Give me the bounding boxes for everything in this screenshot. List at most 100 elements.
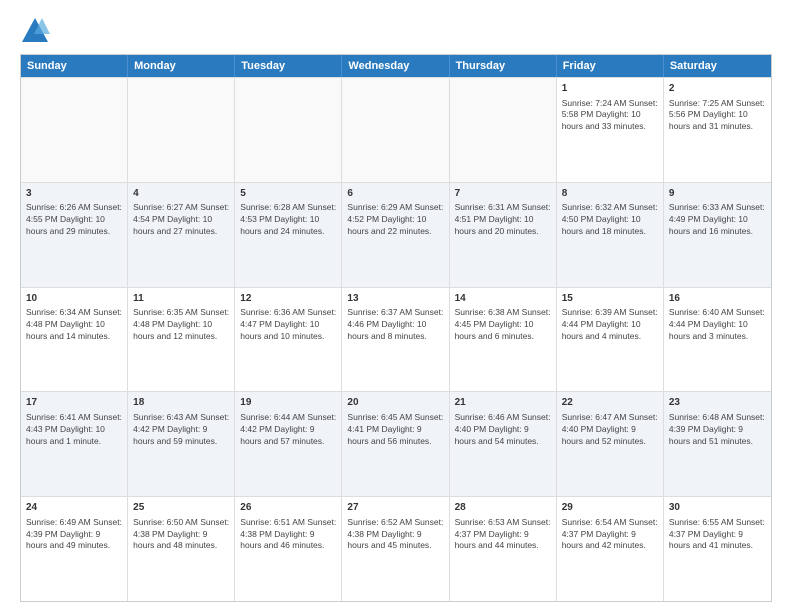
cell-detail: Sunrise: 6:49 AM Sunset: 4:39 PM Dayligh… [26,517,122,553]
cell-detail: Sunrise: 6:51 AM Sunset: 4:38 PM Dayligh… [240,517,336,553]
calendar-cell [342,78,449,182]
day-number: 19 [240,396,336,410]
calendar-cell: 24 Sunrise: 6:49 AM Sunset: 4:39 PM Dayli… [21,497,128,601]
day-number: 20 [347,396,443,410]
calendar-cell: 30Sunrise: 6:55 AM Sunset: 4:37 PM Dayli… [664,497,771,601]
calendar-body: 1 Sunrise: 7:24 AM Sunset: 5:58 PM Daylig… [21,77,771,601]
day-number: 18 [133,396,229,410]
header-day-friday: Friday [557,55,664,77]
calendar-cell: 10Sunrise: 6:34 AM Sunset: 4:48 PM Dayli… [21,288,128,392]
calendar-cell: 5Sunrise: 6:28 AM Sunset: 4:53 PM Daylig… [235,183,342,287]
calendar-cell: 14Sunrise: 6:38 AM Sunset: 4:45 PM Dayli… [450,288,557,392]
header-day-sunday: Sunday [21,55,128,77]
cell-detail: Sunrise: 6:43 AM Sunset: 4:42 PM Dayligh… [133,412,229,448]
header-day-monday: Monday [128,55,235,77]
day-number: 28 [455,501,551,515]
calendar-cell: 29 Sunrise: 6:54 AM Sunset: 4:37 PM Dayli… [557,497,664,601]
day-number: 2 [669,82,766,96]
cell-detail: Sunrise: 6:45 AM Sunset: 4:41 PM Dayligh… [347,412,443,448]
calendar-cell [21,78,128,182]
cell-detail: Sunrise: 6:40 AM Sunset: 4:44 PM Dayligh… [669,307,766,343]
calendar-row-3: 17Sunrise: 6:41 AM Sunset: 4:43 PM Dayli… [21,391,771,496]
calendar-cell: 22Sunrise: 6:47 AM Sunset: 4:40 PM Dayli… [557,392,664,496]
calendar-row-1: 3Sunrise: 6:26 AM Sunset: 4:55 PM Daylig… [21,182,771,287]
calendar-row-4: 24 Sunrise: 6:49 AM Sunset: 4:39 PM Dayli… [21,496,771,601]
calendar-cell: 3Sunrise: 6:26 AM Sunset: 4:55 PM Daylig… [21,183,128,287]
cell-detail: Sunrise: 6:32 AM Sunset: 4:50 PM Dayligh… [562,202,658,238]
calendar-row-0: 1 Sunrise: 7:24 AM Sunset: 5:58 PM Daylig… [21,77,771,182]
cell-detail: Sunrise: 6:31 AM Sunset: 4:51 PM Dayligh… [455,202,551,238]
cell-detail: Sunrise: 6:35 AM Sunset: 4:48 PM Dayligh… [133,307,229,343]
calendar-cell: 21Sunrise: 6:46 AM Sunset: 4:40 PM Dayli… [450,392,557,496]
day-number: 29 [562,501,658,515]
day-number: 11 [133,292,229,306]
calendar-header: SundayMondayTuesdayWednesdayThursdayFrid… [21,55,771,77]
day-number: 15 [562,292,658,306]
header-day-wednesday: Wednesday [342,55,449,77]
calendar-cell: 25Sunrise: 6:50 AM Sunset: 4:38 PM Dayli… [128,497,235,601]
cell-detail: Sunrise: 6:37 AM Sunset: 4:46 PM Dayligh… [347,307,443,343]
day-number: 13 [347,292,443,306]
calendar-cell: 4Sunrise: 6:27 AM Sunset: 4:54 PM Daylig… [128,183,235,287]
cell-detail: Sunrise: 6:50 AM Sunset: 4:38 PM Dayligh… [133,517,229,553]
day-number: 22 [562,396,658,410]
day-number: 10 [26,292,122,306]
day-number: 23 [669,396,766,410]
calendar-cell [128,78,235,182]
day-number: 27 [347,501,443,515]
logo-icon [20,16,50,46]
cell-detail: Sunrise: 6:33 AM Sunset: 4:49 PM Dayligh… [669,202,766,238]
cell-detail: Sunrise: 6:55 AM Sunset: 4:37 PM Dayligh… [669,517,766,553]
calendar-cell: 26 Sunrise: 6:51 AM Sunset: 4:38 PM Dayli… [235,497,342,601]
day-number: 1 [562,82,658,96]
calendar-cell [450,78,557,182]
day-number: 14 [455,292,551,306]
day-number: 16 [669,292,766,306]
day-number: 12 [240,292,336,306]
cell-detail: Sunrise: 6:54 AM Sunset: 4:37 PM Dayligh… [562,517,658,553]
cell-detail: Sunrise: 6:53 AM Sunset: 4:37 PM Dayligh… [455,517,551,553]
day-number: 17 [26,396,122,410]
calendar-cell: 28 Sunrise: 6:53 AM Sunset: 4:37 PM Dayli… [450,497,557,601]
calendar-cell: 19 Sunrise: 6:44 AM Sunset: 4:42 PM Dayli… [235,392,342,496]
day-number: 4 [133,187,229,201]
calendar-cell: 7Sunrise: 6:31 AM Sunset: 4:51 PM Daylig… [450,183,557,287]
cell-detail: Sunrise: 6:26 AM Sunset: 4:55 PM Dayligh… [26,202,122,238]
day-number: 6 [347,187,443,201]
calendar-row-2: 10Sunrise: 6:34 AM Sunset: 4:48 PM Dayli… [21,287,771,392]
header-day-thursday: Thursday [450,55,557,77]
cell-detail: Sunrise: 6:52 AM Sunset: 4:38 PM Dayligh… [347,517,443,553]
logo-area [20,16,54,46]
header-day-saturday: Saturday [664,55,771,77]
day-number: 7 [455,187,551,201]
header-day-tuesday: Tuesday [235,55,342,77]
calendar-cell: 1 Sunrise: 7:24 AM Sunset: 5:58 PM Daylig… [557,78,664,182]
calendar-cell [235,78,342,182]
cell-detail: Sunrise: 6:38 AM Sunset: 4:45 PM Dayligh… [455,307,551,343]
calendar-cell: 15Sunrise: 6:39 AM Sunset: 4:44 PM Dayli… [557,288,664,392]
top-area [20,16,772,46]
cell-detail: Sunrise: 7:24 AM Sunset: 5:58 PM Dayligh… [562,98,658,134]
calendar-cell: 12Sunrise: 6:36 AM Sunset: 4:47 PM Dayli… [235,288,342,392]
day-number: 21 [455,396,551,410]
calendar-cell: 27 Sunrise: 6:52 AM Sunset: 4:38 PM Dayli… [342,497,449,601]
cell-detail: Sunrise: 6:28 AM Sunset: 4:53 PM Dayligh… [240,202,336,238]
page: SundayMondayTuesdayWednesdayThursdayFrid… [0,0,792,612]
calendar-cell: 2Sunrise: 7:25 AM Sunset: 5:56 PM Daylig… [664,78,771,182]
day-number: 5 [240,187,336,201]
day-number: 8 [562,187,658,201]
calendar-cell: 11Sunrise: 6:35 AM Sunset: 4:48 PM Dayli… [128,288,235,392]
cell-detail: Sunrise: 6:29 AM Sunset: 4:52 PM Dayligh… [347,202,443,238]
day-number: 26 [240,501,336,515]
calendar: SundayMondayTuesdayWednesdayThursdayFrid… [20,54,772,602]
calendar-cell: 17Sunrise: 6:41 AM Sunset: 4:43 PM Dayli… [21,392,128,496]
cell-detail: Sunrise: 6:39 AM Sunset: 4:44 PM Dayligh… [562,307,658,343]
calendar-cell: 8Sunrise: 6:32 AM Sunset: 4:50 PM Daylig… [557,183,664,287]
day-number: 24 [26,501,122,515]
cell-detail: Sunrise: 6:44 AM Sunset: 4:42 PM Dayligh… [240,412,336,448]
calendar-cell: 9Sunrise: 6:33 AM Sunset: 4:49 PM Daylig… [664,183,771,287]
cell-detail: Sunrise: 6:48 AM Sunset: 4:39 PM Dayligh… [669,412,766,448]
cell-detail: Sunrise: 6:34 AM Sunset: 4:48 PM Dayligh… [26,307,122,343]
calendar-cell: 16Sunrise: 6:40 AM Sunset: 4:44 PM Dayli… [664,288,771,392]
calendar-cell: 6Sunrise: 6:29 AM Sunset: 4:52 PM Daylig… [342,183,449,287]
